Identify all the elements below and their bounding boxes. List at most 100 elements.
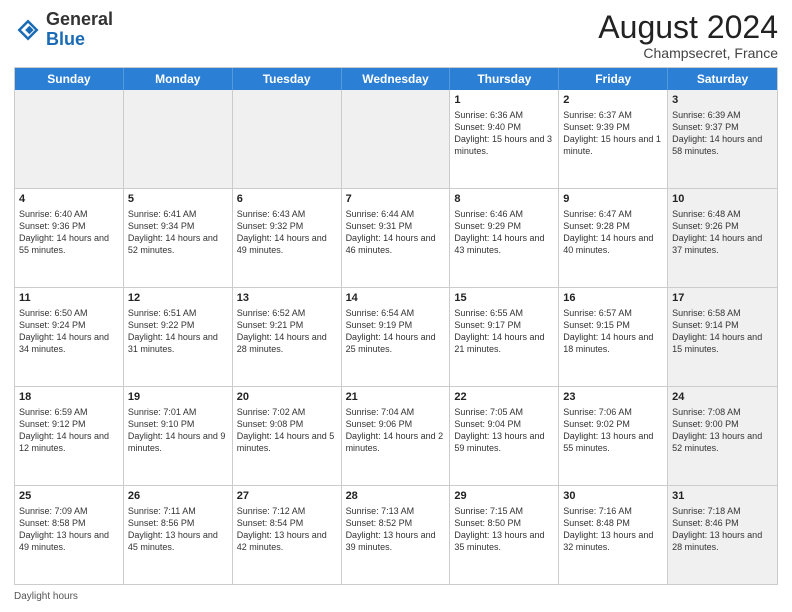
day-info: Sunrise: 7:12 AM Sunset: 8:54 PM Dayligh… bbox=[237, 506, 327, 552]
day-number: 31 bbox=[672, 489, 773, 504]
day-number: 3 bbox=[672, 93, 773, 108]
day-info: Sunrise: 6:40 AM Sunset: 9:36 PM Dayligh… bbox=[19, 209, 109, 255]
cal-day-25: 25Sunrise: 7:09 AM Sunset: 8:58 PM Dayli… bbox=[15, 486, 124, 584]
day-of-week-thursday: Thursday bbox=[450, 68, 559, 90]
cal-day-14: 14 Sunrise: 6:54 AM Sunset: 9:19 PM Dayli… bbox=[342, 288, 451, 386]
day-number: 23 bbox=[563, 390, 663, 405]
day-number: 15 bbox=[454, 291, 554, 306]
day-number: 13 bbox=[237, 291, 337, 306]
day-of-week-monday: Monday bbox=[124, 68, 233, 90]
cal-day-4: 4 Sunrise: 6:40 AM Sunset: 9:36 PM Daylig… bbox=[15, 189, 124, 287]
cal-week-1: 1 Sunrise: 6:36 AM Sunset: 9:40 PM Daylig… bbox=[15, 90, 777, 188]
day-number: 22 bbox=[454, 390, 554, 405]
day-number: 24 bbox=[672, 390, 773, 405]
cal-day-19: 19Sunrise: 7:01 AM Sunset: 9:10 PM Dayli… bbox=[124, 387, 233, 485]
cal-day-24: 24Sunrise: 7:08 AM Sunset: 9:00 PM Dayli… bbox=[668, 387, 777, 485]
day-number: 28 bbox=[346, 489, 446, 504]
day-number: 30 bbox=[563, 489, 663, 504]
cal-day-21: 21Sunrise: 7:04 AM Sunset: 9:06 PM Dayli… bbox=[342, 387, 451, 485]
title-block: August 2024 Champsecret, France bbox=[598, 10, 778, 61]
day-info: Sunrise: 6:46 AM Sunset: 9:29 PM Dayligh… bbox=[454, 209, 544, 255]
cal-day-12: 12Sunrise: 6:51 AM Sunset: 9:22 PM Dayli… bbox=[124, 288, 233, 386]
cal-day-5: 5 Sunrise: 6:41 AM Sunset: 9:34 PM Daylig… bbox=[124, 189, 233, 287]
day-of-week-friday: Friday bbox=[559, 68, 668, 90]
cal-day-23: 23 Sunrise: 7:06 AM Sunset: 9:02 PM Dayli… bbox=[559, 387, 668, 485]
day-info: Sunrise: 7:18 AM Sunset: 8:46 PM Dayligh… bbox=[672, 506, 762, 552]
day-info: Sunrise: 7:02 AM Sunset: 9:08 PM Dayligh… bbox=[237, 407, 335, 453]
logo: General Blue bbox=[14, 10, 113, 50]
cal-day-9: 9 Sunrise: 6:47 AM Sunset: 9:28 PM Daylig… bbox=[559, 189, 668, 287]
logo-text: General Blue bbox=[46, 10, 113, 50]
day-info: Sunrise: 6:52 AM Sunset: 9:21 PM Dayligh… bbox=[237, 308, 327, 354]
day-info: Sunrise: 6:37 AM Sunset: 9:39 PM Dayligh… bbox=[563, 110, 661, 156]
day-number: 7 bbox=[346, 192, 446, 207]
cal-day-18: 18Sunrise: 6:59 AM Sunset: 9:12 PM Dayli… bbox=[15, 387, 124, 485]
cal-empty bbox=[342, 90, 451, 188]
cal-day-27: 27 Sunrise: 7:12 AM Sunset: 8:54 PM Dayli… bbox=[233, 486, 342, 584]
day-info: Sunrise: 7:01 AM Sunset: 9:10 PM Dayligh… bbox=[128, 407, 226, 453]
day-number: 5 bbox=[128, 192, 228, 207]
calendar-body: 1 Sunrise: 6:36 AM Sunset: 9:40 PM Daylig… bbox=[15, 90, 777, 584]
generalblue-logo-icon bbox=[14, 16, 42, 44]
cal-empty bbox=[124, 90, 233, 188]
day-info: Sunrise: 6:57 AM Sunset: 9:15 PM Dayligh… bbox=[563, 308, 653, 354]
day-info: Sunrise: 6:58 AM Sunset: 9:14 PM Dayligh… bbox=[672, 308, 762, 354]
day-number: 6 bbox=[237, 192, 337, 207]
day-number: 16 bbox=[563, 291, 663, 306]
day-of-week-sunday: Sunday bbox=[15, 68, 124, 90]
day-number: 26 bbox=[128, 489, 228, 504]
day-number: 20 bbox=[237, 390, 337, 405]
day-info: Sunrise: 6:54 AM Sunset: 9:19 PM Dayligh… bbox=[346, 308, 436, 354]
cal-week-5: 25Sunrise: 7:09 AM Sunset: 8:58 PM Dayli… bbox=[15, 485, 777, 584]
day-info: Sunrise: 6:39 AM Sunset: 9:37 PM Dayligh… bbox=[672, 110, 762, 156]
day-of-week-tuesday: Tuesday bbox=[233, 68, 342, 90]
day-number: 27 bbox=[237, 489, 337, 504]
day-info: Sunrise: 6:43 AM Sunset: 9:32 PM Dayligh… bbox=[237, 209, 327, 255]
calendar-header: SundayMondayTuesdayWednesdayThursdayFrid… bbox=[15, 68, 777, 90]
cal-day-11: 11Sunrise: 6:50 AM Sunset: 9:24 PM Dayli… bbox=[15, 288, 124, 386]
day-of-week-wednesday: Wednesday bbox=[342, 68, 451, 90]
day-number: 14 bbox=[346, 291, 446, 306]
day-info: Sunrise: 7:06 AM Sunset: 9:02 PM Dayligh… bbox=[563, 407, 653, 453]
cal-day-7: 7Sunrise: 6:44 AM Sunset: 9:31 PM Daylig… bbox=[342, 189, 451, 287]
day-number: 2 bbox=[563, 93, 663, 108]
day-number: 11 bbox=[19, 291, 119, 306]
cal-day-6: 6 Sunrise: 6:43 AM Sunset: 9:32 PM Daylig… bbox=[233, 189, 342, 287]
cal-day-26: 26 Sunrise: 7:11 AM Sunset: 8:56 PM Dayli… bbox=[124, 486, 233, 584]
cal-day-1: 1 Sunrise: 6:36 AM Sunset: 9:40 PM Daylig… bbox=[450, 90, 559, 188]
cal-week-2: 4 Sunrise: 6:40 AM Sunset: 9:36 PM Daylig… bbox=[15, 188, 777, 287]
day-info: Sunrise: 7:04 AM Sunset: 9:06 PM Dayligh… bbox=[346, 407, 444, 453]
day-info: Sunrise: 6:51 AM Sunset: 9:22 PM Dayligh… bbox=[128, 308, 218, 354]
cal-day-16: 16 Sunrise: 6:57 AM Sunset: 9:15 PM Dayli… bbox=[559, 288, 668, 386]
cal-day-13: 13 Sunrise: 6:52 AM Sunset: 9:21 PM Dayli… bbox=[233, 288, 342, 386]
calendar: SundayMondayTuesdayWednesdayThursdayFrid… bbox=[14, 67, 778, 585]
day-number: 9 bbox=[563, 192, 663, 207]
day-info: Sunrise: 7:15 AM Sunset: 8:50 PM Dayligh… bbox=[454, 506, 544, 552]
logo-blue: Blue bbox=[46, 29, 85, 49]
day-number: 10 bbox=[672, 192, 773, 207]
day-info: Sunrise: 6:41 AM Sunset: 9:34 PM Dayligh… bbox=[128, 209, 218, 255]
cal-day-22: 22 Sunrise: 7:05 AM Sunset: 9:04 PM Dayli… bbox=[450, 387, 559, 485]
cal-day-10: 10 Sunrise: 6:48 AM Sunset: 9:26 PM Dayli… bbox=[668, 189, 777, 287]
cal-day-30: 30 Sunrise: 7:16 AM Sunset: 8:48 PM Dayli… bbox=[559, 486, 668, 584]
cal-day-31: 31 Sunrise: 7:18 AM Sunset: 8:46 PM Dayli… bbox=[668, 486, 777, 584]
footer: Daylight hours bbox=[14, 591, 778, 602]
day-number: 4 bbox=[19, 192, 119, 207]
cal-week-3: 11Sunrise: 6:50 AM Sunset: 9:24 PM Dayli… bbox=[15, 287, 777, 386]
cal-day-15: 15Sunrise: 6:55 AM Sunset: 9:17 PM Dayli… bbox=[450, 288, 559, 386]
day-info: Sunrise: 6:59 AM Sunset: 9:12 PM Dayligh… bbox=[19, 407, 109, 453]
day-number: 1 bbox=[454, 93, 554, 108]
day-of-week-saturday: Saturday bbox=[668, 68, 777, 90]
location: Champsecret, France bbox=[598, 45, 778, 61]
day-info: Sunrise: 6:47 AM Sunset: 9:28 PM Dayligh… bbox=[563, 209, 653, 255]
cal-day-3: 3 Sunrise: 6:39 AM Sunset: 9:37 PM Daylig… bbox=[668, 90, 777, 188]
day-info: Sunrise: 7:05 AM Sunset: 9:04 PM Dayligh… bbox=[454, 407, 544, 453]
header: General Blue August 2024 Champsecret, Fr… bbox=[14, 10, 778, 61]
cal-day-20: 20 Sunrise: 7:02 AM Sunset: 9:08 PM Dayli… bbox=[233, 387, 342, 485]
day-info: Sunrise: 7:16 AM Sunset: 8:48 PM Dayligh… bbox=[563, 506, 653, 552]
cal-empty bbox=[233, 90, 342, 188]
day-info: Sunrise: 6:48 AM Sunset: 9:26 PM Dayligh… bbox=[672, 209, 762, 255]
day-info: Sunrise: 7:11 AM Sunset: 8:56 PM Dayligh… bbox=[128, 506, 218, 552]
cal-day-28: 28Sunrise: 7:13 AM Sunset: 8:52 PM Dayli… bbox=[342, 486, 451, 584]
day-info: Sunrise: 6:36 AM Sunset: 9:40 PM Dayligh… bbox=[454, 110, 552, 156]
